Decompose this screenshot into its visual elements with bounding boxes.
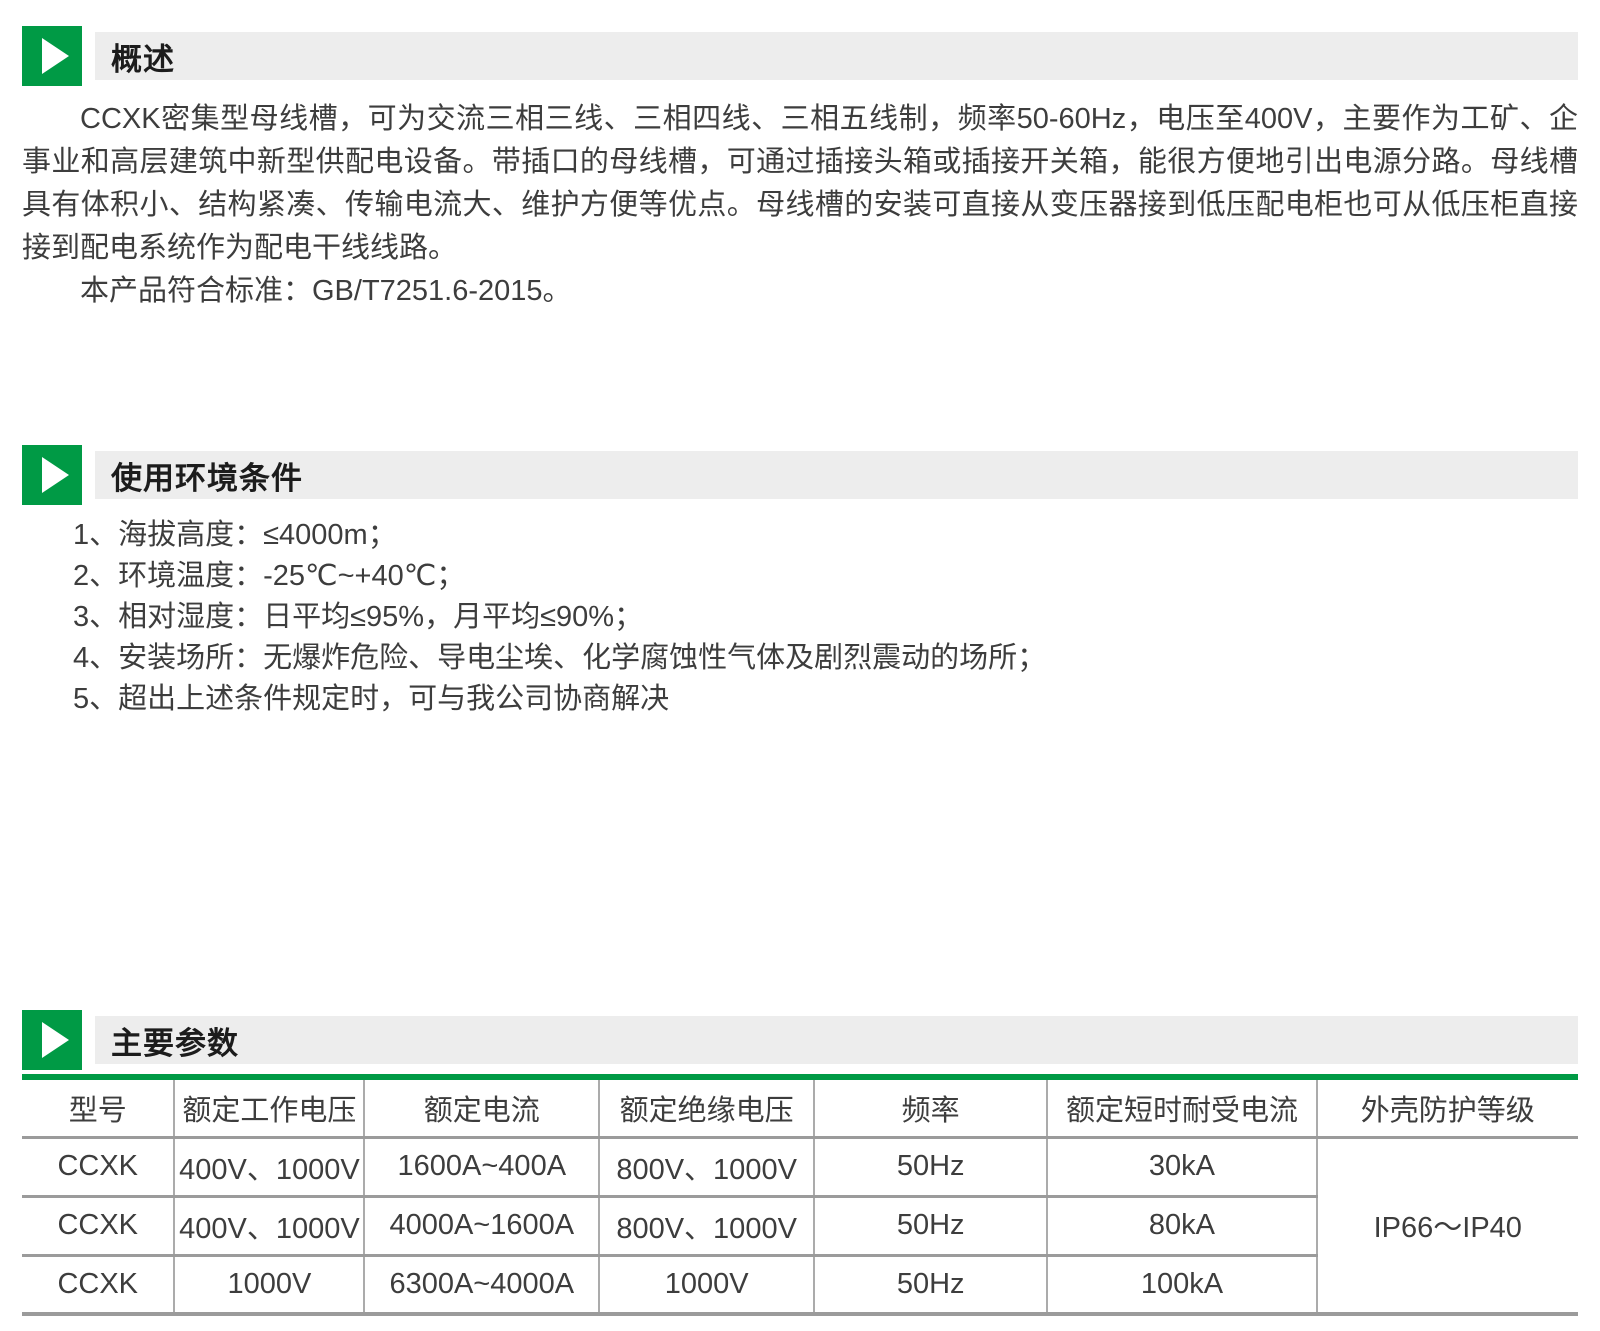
list-item: 1、海拔高度：≤4000m； (73, 515, 1578, 556)
play-icon (22, 445, 82, 505)
list-item: 3、相对湿度：日平均≤95%，月平均≤90%； (73, 597, 1578, 638)
list-item: 2、环境温度：-25℃~+40℃； (73, 556, 1578, 597)
table-cell-protection-rating: IP66～IP40 (1317, 1137, 1578, 1314)
parameters-table: 型号 额定工作电压 额定电流 额定绝缘电压 频率 额定短时耐受电流 外壳防护等级… (22, 1074, 1578, 1316)
table-header-cell: 额定短时耐受电流 (1047, 1077, 1316, 1137)
table-header-row: 型号 额定工作电压 额定电流 额定绝缘电压 频率 额定短时耐受电流 外壳防护等级 (22, 1077, 1578, 1137)
section-title-overview: 概述 (111, 34, 175, 79)
table-cell: 1000V (174, 1255, 364, 1314)
triangle-icon (42, 1022, 69, 1058)
table-cell: CCXK (22, 1137, 174, 1196)
overview-paragraph: CCXK密集型母线槽，可为交流三相三线、三相四线、三相五线制，频率50-60Hz… (22, 98, 1578, 270)
table-header-cell: 型号 (22, 1077, 174, 1137)
table-cell: 50Hz (814, 1196, 1047, 1255)
table-cell: 30kA (1047, 1137, 1316, 1196)
section-title-bar: 使用环境条件 (95, 451, 1578, 499)
triangle-icon (42, 38, 69, 74)
table-header-cell: 额定绝缘电压 (599, 1077, 814, 1137)
environment-conditions-list: 1、海拔高度：≤4000m； 2、环境温度：-25℃~+40℃； 3、相对湿度：… (73, 515, 1578, 720)
table-cell: 800V、1000V (599, 1137, 814, 1196)
table-header-cell: 额定电流 (364, 1077, 599, 1137)
table-cell: 4000A~1600A (364, 1196, 599, 1255)
overview-text-block: CCXK密集型母线槽，可为交流三相三线、三相四线、三相五线制，频率50-60Hz… (22, 98, 1578, 313)
play-icon (22, 1010, 82, 1070)
section-header-parameters: 主要参数 (22, 1010, 1578, 1070)
table-cell: 800V、1000V (599, 1196, 814, 1255)
table-cell: 100kA (1047, 1255, 1316, 1314)
section-header-overview: 概述 (22, 26, 1578, 86)
section-title-parameters: 主要参数 (111, 1018, 239, 1063)
standard-note: 本产品符合标准：GB/T7251.6-2015。 (22, 270, 1578, 313)
table-cell: 80kA (1047, 1196, 1316, 1255)
table-header-cell: 频率 (814, 1077, 1047, 1137)
table-cell: 1000V (599, 1255, 814, 1314)
list-item: 5、超出上述条件规定时，可与我公司协商解决 (73, 679, 1578, 720)
table-cell: 6300A~4000A (364, 1255, 599, 1314)
section-title-environment: 使用环境条件 (111, 453, 303, 498)
table-cell: 50Hz (814, 1255, 1047, 1314)
section-title-bar: 概述 (95, 32, 1578, 80)
section-title-bar: 主要参数 (95, 1016, 1578, 1064)
table-header-cell: 额定工作电压 (174, 1077, 364, 1137)
table-cell: CCXK (22, 1255, 174, 1314)
triangle-icon (42, 457, 69, 493)
table-row: CCXK 400V、1000V 1600A~400A 800V、1000V 50… (22, 1137, 1578, 1196)
table-header-cell: 外壳防护等级 (1317, 1077, 1578, 1137)
catalog-page: 概述 CCXK密集型母线槽，可为交流三相三线、三相四线、三相五线制，频率50-6… (0, 26, 1600, 1331)
table-cell: 400V、1000V (174, 1196, 364, 1255)
table-cell: CCXK (22, 1196, 174, 1255)
table-cell: 1600A~400A (364, 1137, 599, 1196)
play-icon (22, 26, 82, 86)
section-header-environment: 使用环境条件 (22, 445, 1578, 505)
table-cell: 50Hz (814, 1137, 1047, 1196)
list-item: 4、安装场所：无爆炸危险、导电尘埃、化学腐蚀性气体及剧烈震动的场所； (73, 638, 1578, 679)
table-cell: 400V、1000V (174, 1137, 364, 1196)
